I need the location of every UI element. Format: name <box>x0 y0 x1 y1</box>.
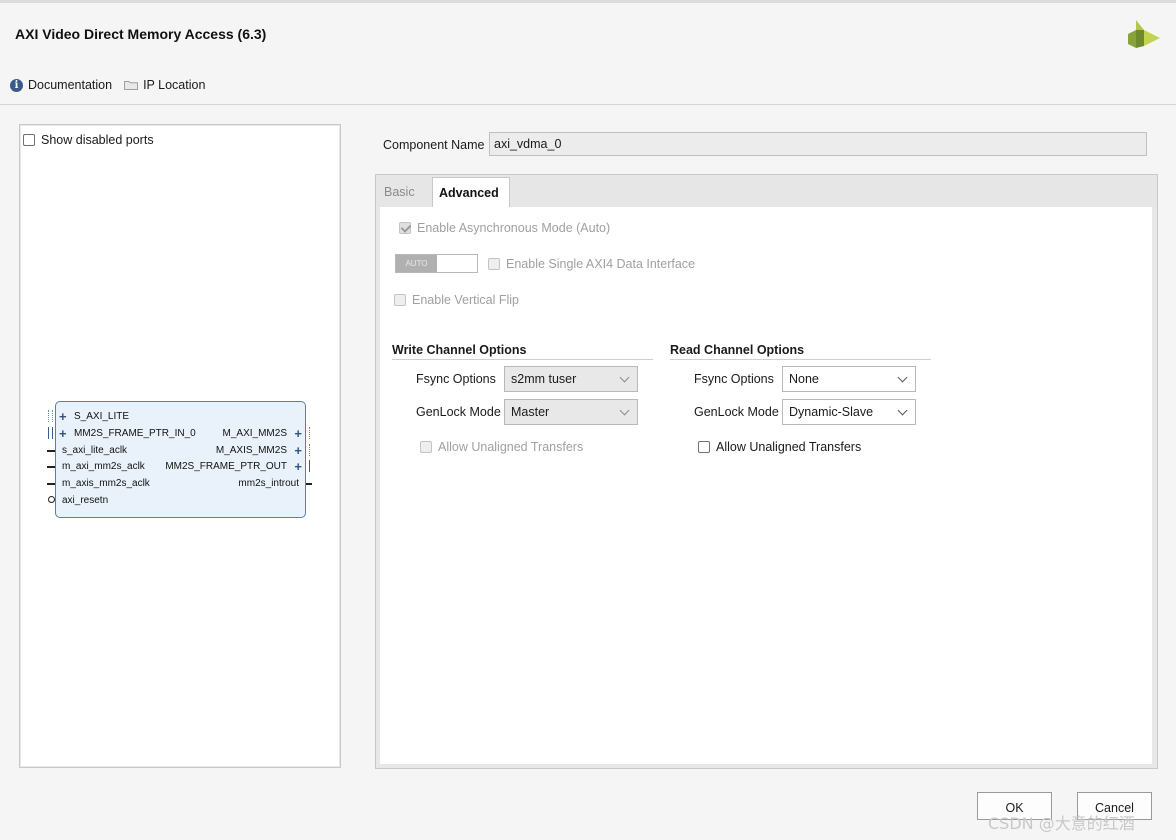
show-disabled-ports-label: Show disabled ports <box>41 133 154 147</box>
write-fsync-select[interactable]: s2mm tuser <box>504 366 638 392</box>
write-genlock-label: GenLock Mode <box>416 405 501 419</box>
port-mm2s-introut: mm2s_introut <box>238 478 299 489</box>
read-genlock-value: Dynamic-Slave <box>789 405 874 419</box>
write-channel-title: Write Channel Options <box>392 343 527 357</box>
write-genlock-value: Master <box>511 405 550 419</box>
expand-plus-icon[interactable]: + <box>59 410 67 423</box>
header-divider <box>0 104 1176 105</box>
read-genlock-label: GenLock Mode <box>694 405 779 419</box>
checkbox-box[interactable] <box>488 258 500 270</box>
active-low-port-icon <box>48 496 55 503</box>
port-s-axi-lite-aclk: s_axi_lite_aclk <box>62 445 128 456</box>
tab-advanced[interactable]: Advanced <box>432 177 510 207</box>
expand-plus-icon[interactable]: + <box>294 427 302 440</box>
tab-basic[interactable]: Basic <box>384 177 415 207</box>
write-unaligned-label: Allow Unaligned Transfers <box>438 440 584 454</box>
documentation-label: Documentation <box>28 78 113 92</box>
ip-location-link[interactable]: IP Location <box>124 78 205 92</box>
window-title: AXI Video Direct Memory Access (6.3) <box>15 26 267 42</box>
component-name-label: Component Name <box>383 138 485 152</box>
port-axi-resetn: axi_resetn <box>62 495 109 506</box>
component-name-input[interactable]: axi_vdma_0 <box>489 132 1147 156</box>
read-channel-title: Read Channel Options <box>670 343 805 357</box>
port-stub <box>47 450 55 452</box>
expand-plus-icon[interactable]: + <box>294 460 302 473</box>
port-stub <box>47 483 55 485</box>
read-unaligned-checkbox[interactable]: Allow Unaligned Transfers <box>698 440 861 454</box>
s-axi-lite-bus-icon <box>48 410 53 422</box>
frame-ptr-in-bus-icon <box>48 427 53 439</box>
enable-async-label: Enable Asynchronous Mode (Auto) <box>417 221 611 235</box>
chevron-down-icon <box>897 372 908 383</box>
chevron-down-icon <box>619 405 630 416</box>
port-m-axis-mm2s: M_AXIS_MM2S <box>215 445 287 456</box>
advanced-tab-content <box>380 207 1152 764</box>
port-frame-ptr-out: MM2S_FRAME_PTR_OUT <box>165 461 287 472</box>
header-links: i Documentation IP Location <box>10 78 217 92</box>
expand-plus-icon[interactable]: + <box>294 444 302 457</box>
window-top-border <box>0 0 1176 3</box>
checkbox-box[interactable] <box>394 294 406 306</box>
chevron-down-icon <box>897 405 908 416</box>
write-genlock-select[interactable]: Master <box>504 399 638 425</box>
single-axi4-checkbox[interactable]: Enable Single AXI4 Data Interface <box>488 257 695 271</box>
checkbox-box[interactable] <box>698 441 710 453</box>
read-fsync-select[interactable]: None <box>782 366 916 392</box>
port-frame-ptr-in: MM2S_FRAME_PTR_IN_0 <box>74 428 196 439</box>
auto-toggle[interactable]: AUTO <box>395 254 478 273</box>
vertical-flip-label: Enable Vertical Flip <box>412 293 520 307</box>
enable-async-checkbox[interactable]: Enable Asynchronous Mode (Auto) <box>399 221 610 235</box>
ip-location-label: IP Location <box>143 78 206 92</box>
chevron-down-icon <box>619 372 630 383</box>
checkbox-box[interactable] <box>23 134 35 146</box>
write-channel-divider <box>392 359 653 360</box>
checkbox-box[interactable] <box>420 441 432 453</box>
read-unaligned-label: Allow Unaligned Transfers <box>716 440 862 454</box>
xilinx-logo-icon <box>1128 20 1160 48</box>
vertical-flip-checkbox[interactable]: Enable Vertical Flip <box>394 293 519 307</box>
read-channel-divider <box>670 359 931 360</box>
read-fsync-value: None <box>789 372 819 386</box>
documentation-link[interactable]: i Documentation <box>10 78 112 92</box>
folder-icon <box>124 81 139 90</box>
ip-block[interactable]: + S_AXI_LITE + MM2S_FRAME_PTR_IN_0 s_axi… <box>55 401 306 518</box>
expand-plus-icon[interactable]: + <box>59 427 67 440</box>
info-icon: i <box>10 78 23 92</box>
port-s-axi-lite: S_AXI_LITE <box>74 411 130 422</box>
write-fsync-label: Fsync Options <box>416 372 496 386</box>
checkbox-box[interactable] <box>399 222 411 234</box>
auto-toggle-knob: AUTO <box>396 255 437 272</box>
port-m-axi-mm2s-aclk: m_axi_mm2s_aclk <box>62 461 145 472</box>
show-disabled-ports-checkbox[interactable]: Show disabled ports <box>23 133 154 147</box>
watermark: CSDN @大意的红酒 <box>988 814 1135 833</box>
single-axi4-label: Enable Single AXI4 Data Interface <box>506 257 696 271</box>
read-fsync-label: Fsync Options <box>694 372 774 386</box>
port-m-axis-mm2s-aclk: m_axis_mm2s_aclk <box>62 478 150 489</box>
read-genlock-select[interactable]: Dynamic-Slave <box>782 399 916 425</box>
port-stub <box>47 466 55 468</box>
write-unaligned-checkbox[interactable]: Allow Unaligned Transfers <box>420 440 583 454</box>
write-fsync-value: s2mm tuser <box>511 372 577 386</box>
port-m-axi-mm2s: M_AXI_MM2S <box>222 428 287 439</box>
tab-bar: Basic Advanced <box>376 175 1157 207</box>
